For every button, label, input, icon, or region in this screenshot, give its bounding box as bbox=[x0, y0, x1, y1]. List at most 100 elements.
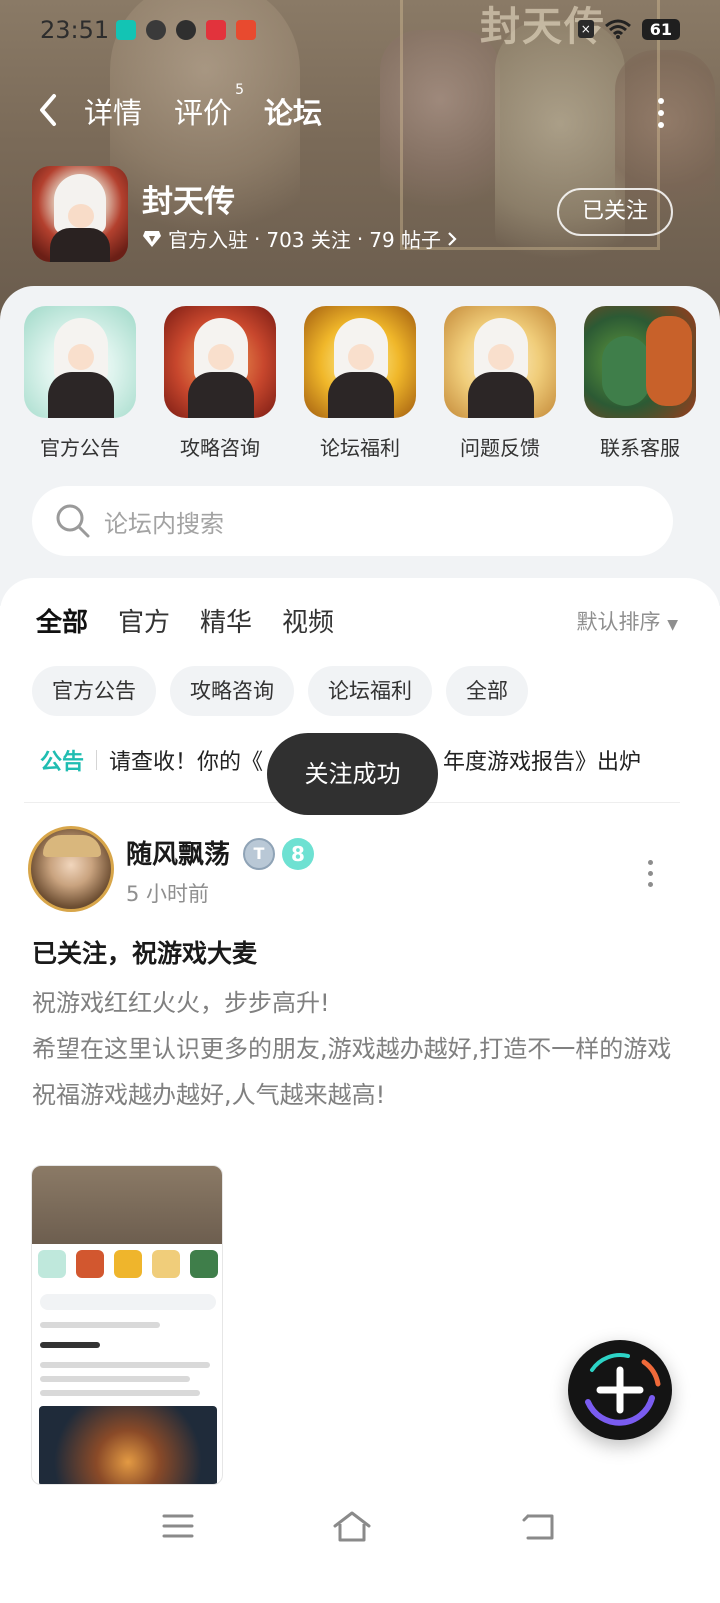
shortcut-strategy[interactable]: 攻略咨询 bbox=[164, 306, 276, 461]
posts-count: 79 帖子 bbox=[369, 228, 442, 252]
tab-label: 详情 bbox=[84, 96, 143, 130]
follow-button[interactable]: 已关注 bbox=[557, 188, 673, 236]
post-username[interactable]: 随风飘荡 bbox=[126, 834, 230, 871]
feed-tab-label: 官方 bbox=[118, 608, 171, 638]
status-right: × 61 bbox=[577, 18, 680, 40]
tab-reviews[interactable]: 评价 5 bbox=[174, 82, 244, 132]
shortcut-image bbox=[24, 306, 136, 418]
battery-indicator: 61 bbox=[641, 18, 680, 40]
shortcut-image bbox=[584, 306, 696, 418]
status-bar: 23:51 × 61 bbox=[0, 0, 720, 62]
shortcut-feedback[interactable]: 问题反馈 bbox=[444, 306, 556, 461]
home-icon[interactable] bbox=[332, 1510, 372, 1544]
menu-icon[interactable] bbox=[160, 1510, 200, 1544]
tab-label: 评价 bbox=[174, 96, 233, 130]
feed-tab-featured[interactable]: 精华 bbox=[200, 602, 252, 639]
search-icon bbox=[56, 504, 90, 538]
more-options-icon[interactable] bbox=[658, 98, 666, 128]
create-post-button[interactable] bbox=[568, 1340, 672, 1440]
game-meta[interactable]: 官方入驻 · 703 关注 · 79 帖子 bbox=[142, 224, 457, 253]
toast-message: 关注成功 bbox=[267, 733, 438, 815]
game-name: 封天传 bbox=[142, 184, 235, 220]
status-app-icons bbox=[116, 20, 256, 40]
status-time: 23:51 bbox=[40, 16, 110, 44]
forum-top-card: 官方公告 攻略咨询 论坛福利 问题反馈 联系客服 论坛内搜索 bbox=[0, 286, 720, 606]
thumbnail-header bbox=[32, 1166, 222, 1244]
review-count-badge: 5 bbox=[235, 82, 245, 98]
chip-benefits[interactable]: 论坛福利 bbox=[308, 666, 432, 716]
post-timestamp: 5 小时前 bbox=[126, 882, 210, 906]
user-tier-badge-icon: T bbox=[243, 838, 275, 870]
shortcut-forum-benefits[interactable]: 论坛福利 bbox=[304, 306, 416, 461]
chip-announcement[interactable]: 官方公告 bbox=[32, 666, 156, 716]
plus-icon bbox=[585, 1353, 661, 1426]
header-banner: 封天传 23:51 × 61 详情 评价 5 论坛 封天传 官方入驻 · 703… bbox=[0, 0, 720, 320]
wifi-icon bbox=[604, 19, 631, 39]
back-icon[interactable] bbox=[520, 1510, 560, 1544]
post-image-thumbnail[interactable] bbox=[31, 1165, 223, 1485]
feed-tabs: 全部 官方 精华 视频 bbox=[36, 602, 334, 639]
shortcut-label: 官方公告 bbox=[40, 436, 120, 460]
notice-tag: 公告 bbox=[40, 750, 85, 775]
thumbnail-line bbox=[40, 1322, 160, 1328]
notice-separator bbox=[96, 750, 98, 770]
user-level-badge: 8 bbox=[282, 838, 314, 870]
shortcut-grid: 官方公告 攻略咨询 论坛福利 问题反馈 联系客服 bbox=[24, 306, 696, 461]
system-navigation-bar bbox=[0, 1486, 720, 1603]
meta-separator: · bbox=[356, 226, 364, 251]
no-sim-icon: × bbox=[577, 20, 594, 38]
thumbnail-line bbox=[40, 1362, 210, 1368]
notice-text-right: 年度游戏报告》出炉 bbox=[443, 750, 642, 775]
post-title[interactable]: 已关注，祝游戏大麦 bbox=[32, 934, 257, 970]
post-body-line: 希望在这里认识更多的朋友,游戏越办越好,打造不一样的游戏 bbox=[32, 1035, 672, 1063]
feed-tab-label: 全部 bbox=[36, 608, 89, 638]
tab-details[interactable]: 详情 bbox=[84, 90, 142, 132]
avatar[interactable] bbox=[28, 826, 114, 912]
post-body[interactable]: 祝游戏红红火火，步步高升! 希望在这里认识更多的朋友,游戏越办越好,打造不一样的… bbox=[32, 980, 672, 1118]
game-icon bbox=[32, 166, 128, 262]
search-placeholder: 论坛内搜索 bbox=[104, 510, 224, 538]
sort-dropdown[interactable]: 默认排序 ▼ bbox=[577, 606, 678, 636]
shortcut-label: 论坛福利 bbox=[320, 436, 400, 460]
feed-tab-label: 精华 bbox=[200, 608, 253, 638]
bird-icon bbox=[176, 20, 196, 40]
feed-tab-label: 视频 bbox=[282, 608, 335, 638]
thumbnail-line bbox=[40, 1376, 190, 1382]
post-more-options-icon[interactable] bbox=[648, 860, 656, 887]
back-arrow-icon[interactable] bbox=[34, 90, 64, 130]
thumbnail-shortcuts bbox=[38, 1244, 218, 1296]
feed-tab-video[interactable]: 视频 bbox=[282, 602, 334, 639]
chip-strategy[interactable]: 攻略咨询 bbox=[170, 666, 294, 716]
red-app-icon bbox=[206, 20, 226, 40]
meta-separator: · bbox=[254, 226, 261, 251]
chevron-right-icon bbox=[448, 231, 457, 246]
search-input[interactable]: 论坛内搜索 bbox=[32, 486, 673, 556]
feed-tab-all[interactable]: 全部 bbox=[36, 602, 89, 639]
top-app-icon bbox=[116, 20, 136, 40]
verified-label: 官方入驻 bbox=[168, 228, 248, 252]
tab-label: 论坛 bbox=[264, 96, 323, 130]
shortcut-image bbox=[304, 306, 416, 418]
shield-icon bbox=[146, 20, 166, 40]
shortcut-image bbox=[164, 306, 276, 418]
red-bag-icon bbox=[236, 20, 256, 40]
sort-label: 默认排序 bbox=[576, 610, 661, 634]
top-nav: 详情 评价 5 论坛 bbox=[0, 80, 720, 140]
tab-forum[interactable]: 论坛 bbox=[260, 90, 327, 132]
shortcut-label: 问题反馈 bbox=[460, 436, 540, 460]
shortcut-official-announcement[interactable]: 官方公告 bbox=[24, 306, 136, 461]
followers-count: 703 关注 bbox=[266, 228, 351, 252]
diamond-icon bbox=[143, 230, 161, 247]
thumbnail-picture bbox=[39, 1406, 217, 1484]
thumbnail-line bbox=[40, 1390, 200, 1396]
notice-text-left: 请查收！你的《 bbox=[109, 750, 264, 775]
thumbnail-search bbox=[40, 1294, 216, 1310]
caret-down-icon: ▼ bbox=[667, 617, 678, 633]
shortcut-customer-service[interactable]: 联系客服 bbox=[584, 306, 696, 461]
feed-tab-official[interactable]: 官方 bbox=[118, 602, 170, 639]
thumbnail-line bbox=[40, 1342, 100, 1348]
shortcut-label: 攻略咨询 bbox=[180, 436, 260, 460]
shortcut-label: 联系客服 bbox=[600, 436, 680, 460]
post-body-line: 祝福游戏越办越好,人气越来越高! bbox=[32, 1081, 386, 1109]
chip-all[interactable]: 全部 bbox=[446, 666, 528, 716]
